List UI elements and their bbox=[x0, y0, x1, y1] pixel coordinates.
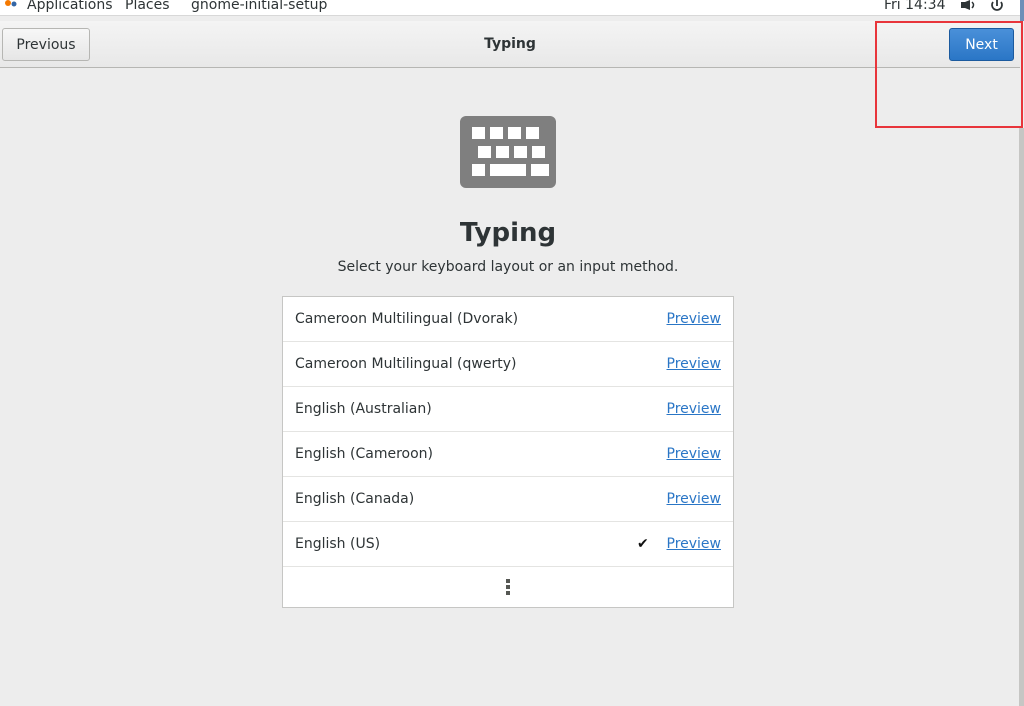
layout-row[interactable]: English (Cameroon) Preview bbox=[283, 432, 733, 477]
preview-link[interactable]: Preview bbox=[667, 432, 722, 477]
more-layouts-row[interactable] bbox=[283, 567, 733, 607]
app-menu[interactable]: gnome-initial-setup bbox=[191, 0, 327, 15]
layout-row[interactable]: Cameroon Multilingual (Dvorak) Preview bbox=[283, 297, 733, 342]
preview-link[interactable]: Preview bbox=[667, 522, 722, 567]
preview-link[interactable]: Preview bbox=[667, 342, 722, 387]
page-title: Typing bbox=[459, 218, 557, 248]
checkmark-icon: ✔ bbox=[637, 536, 649, 552]
previous-button[interactable]: Previous bbox=[2, 28, 90, 61]
window-edge bbox=[1019, 128, 1024, 706]
layout-row[interactable]: English (Canada) Preview bbox=[283, 477, 733, 522]
preview-link[interactable]: Preview bbox=[667, 387, 722, 432]
layout-row-selected[interactable]: English (US) ✔ Preview bbox=[283, 522, 733, 567]
layout-row[interactable]: English (Australian) Preview bbox=[283, 387, 733, 432]
header-bar: Previous Typing Next bbox=[0, 21, 1020, 68]
places-menu[interactable]: Places bbox=[125, 0, 170, 15]
layout-name: English (Canada) bbox=[295, 491, 415, 507]
layout-name: Cameroon Multilingual (qwerty) bbox=[295, 356, 517, 372]
volume-icon[interactable] bbox=[960, 0, 978, 12]
page-subtitle: Select your keyboard layout or an input … bbox=[337, 259, 679, 275]
more-vertical-icon bbox=[506, 579, 510, 595]
header-title: Typing bbox=[484, 36, 536, 52]
clock[interactable]: Fri 14:34 bbox=[884, 0, 945, 15]
layout-name: English (Cameroon) bbox=[295, 446, 433, 462]
top-panel: Applications Places gnome-initial-setup … bbox=[0, 0, 1024, 16]
applications-menu[interactable]: Applications bbox=[27, 0, 113, 15]
window-edge bbox=[1020, 0, 1024, 21]
layout-name: English (Australian) bbox=[295, 401, 432, 417]
layout-row[interactable]: Cameroon Multilingual (qwerty) Preview bbox=[283, 342, 733, 387]
layout-name: English (US) bbox=[295, 536, 381, 552]
layout-name: Cameroon Multilingual (Dvorak) bbox=[295, 311, 519, 327]
preview-link[interactable]: Preview bbox=[667, 297, 722, 342]
power-icon[interactable] bbox=[989, 0, 1005, 12]
gnome-foot-icon bbox=[5, 0, 17, 7]
next-button[interactable]: Next bbox=[949, 28, 1014, 61]
preview-link[interactable]: Preview bbox=[667, 477, 722, 522]
keyboard-icon bbox=[460, 116, 556, 188]
keyboard-layout-list: Cameroon Multilingual (Dvorak) Preview C… bbox=[282, 296, 734, 608]
